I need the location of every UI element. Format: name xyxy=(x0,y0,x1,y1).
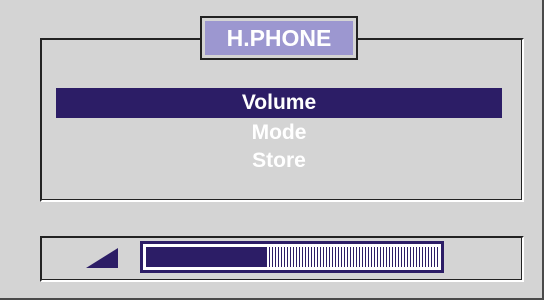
volume-level-bar[interactable] xyxy=(140,241,444,273)
menu-title: H.PHONE xyxy=(205,21,353,55)
volume-level-track xyxy=(146,247,438,267)
osd-screen: H.PHONE Volume Mode Store xyxy=(0,0,544,300)
volume-level-fill xyxy=(146,247,266,267)
menu-item-volume[interactable]: Volume xyxy=(56,88,502,118)
menu-item-store[interactable]: Store xyxy=(56,146,502,176)
volume-ramp-icon xyxy=(86,248,118,268)
title-box: H.PHONE xyxy=(200,16,358,60)
menu-item-mode[interactable]: Mode xyxy=(56,118,502,148)
